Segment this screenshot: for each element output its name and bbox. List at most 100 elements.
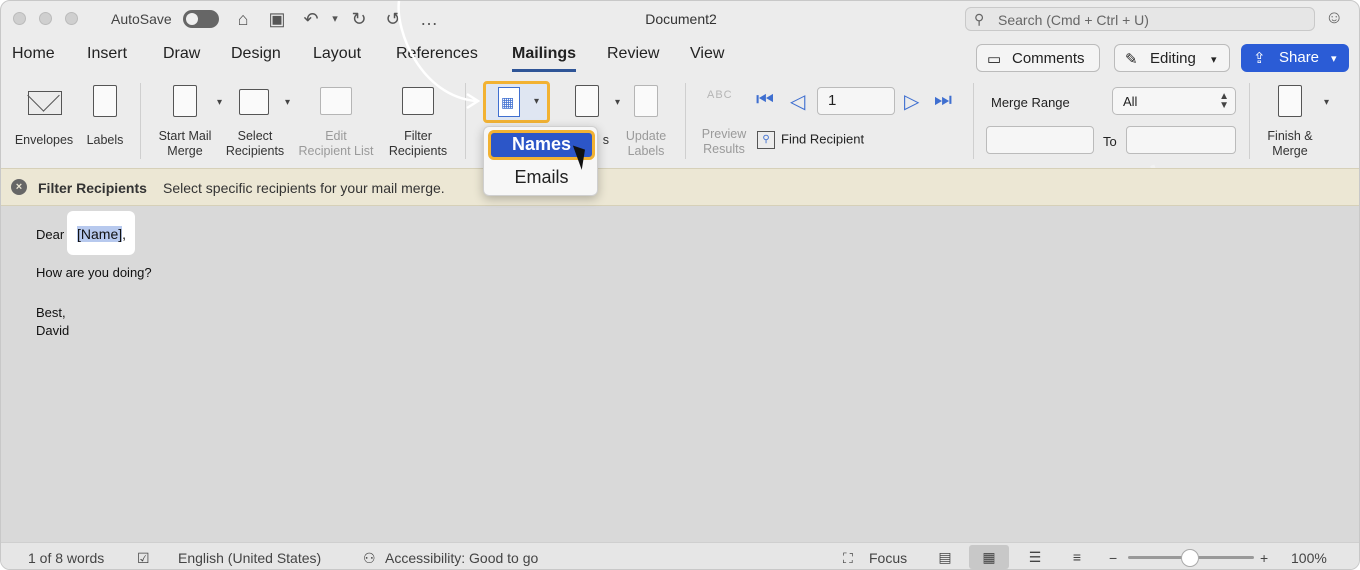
- start-mail-merge-button[interactable]: ▾ Start Mail Merge: [149, 79, 222, 159]
- document-text-dear: Dear: [36, 227, 65, 242]
- find-recipient-button[interactable]: ⚲ Find Recipient: [757, 131, 864, 149]
- select-recipients-icon: [239, 89, 269, 115]
- next-record-icon[interactable]: ▷: [904, 89, 919, 114]
- menu-item-emails[interactable]: Emails: [488, 163, 595, 193]
- edit-recipient-list-label-1: Edit: [325, 129, 347, 143]
- zoom-out-icon[interactable]: −: [1109, 550, 1117, 566]
- merge-range-select[interactable]: All ▲ ▼: [1112, 87, 1236, 115]
- name-field-callout: [Name],: [67, 211, 135, 255]
- read-mode-button[interactable]: ▤: [925, 545, 965, 569]
- autosave-toggle[interactable]: [183, 10, 219, 28]
- document-text-line: David: [36, 323, 70, 338]
- edit-list-icon: [320, 87, 352, 115]
- update-labels-label-2: Labels: [627, 144, 665, 158]
- labels-button[interactable]: Labels: [81, 79, 129, 148]
- undo-icon[interactable]: ↶: [299, 7, 323, 31]
- status-bar: 1 of 8 words ☑ English (United States) ⚇…: [1, 542, 1359, 569]
- document-area[interactable]: Dear [Name], How are you doing? Best, Da…: [1, 206, 1359, 542]
- language-status[interactable]: English (United States): [178, 550, 321, 566]
- previous-record-icon[interactable]: ◁: [790, 89, 805, 114]
- tab-insert[interactable]: Insert: [87, 45, 127, 63]
- find-icon: ⚲: [757, 131, 775, 149]
- zoom-slider-handle[interactable]: [1181, 549, 1199, 567]
- close-icon[interactable]: ×: [11, 179, 27, 195]
- last-record-icon[interactable]: ⏭: [934, 89, 952, 112]
- preview-results-button[interactable]: Preview Results: [696, 127, 752, 157]
- share-icon: ⇪: [1253, 50, 1266, 67]
- message-text: Select specific recipients for your mail…: [163, 180, 445, 196]
- share-button[interactable]: ⇪ Share ▾: [1241, 44, 1349, 72]
- envelopes-button[interactable]: Envelopes: [11, 79, 77, 148]
- ribbon-separator: [973, 83, 974, 159]
- filter-recipients-label-2: Recipients: [388, 144, 448, 158]
- message-bar: × Filter Recipients Select specific reci…: [1, 168, 1359, 206]
- title-bar: AutoSave ⌂ ▣ ↶ ▾ ↻ ↺ … Document2 ⚲ Searc…: [1, 1, 1359, 37]
- merge-field-icon: [498, 87, 520, 117]
- home-icon[interactable]: ⌂: [231, 7, 255, 31]
- search-input[interactable]: ⚲ Search (Cmd + Ctrl + U): [965, 7, 1315, 31]
- chevron-down-icon[interactable]: ▾: [323, 7, 347, 31]
- envelope-icon: [28, 91, 62, 115]
- account-icon[interactable]: ☺: [1325, 7, 1343, 28]
- tab-view[interactable]: View: [690, 45, 724, 63]
- tab-draw[interactable]: Draw: [163, 45, 200, 63]
- edit-recipient-list-button[interactable]: Edit Recipient List: [293, 79, 379, 159]
- merge-field-name[interactable]: [Name],: [77, 226, 126, 242]
- chevron-down-icon: ▾: [1324, 97, 1330, 108]
- update-labels-button[interactable]: Update Labels: [619, 79, 673, 159]
- focus-button[interactable]: Focus: [869, 550, 907, 566]
- to-label: To: [1103, 134, 1117, 149]
- zoom-window-button[interactable]: [65, 12, 78, 25]
- ribbon-separator: [140, 83, 141, 159]
- minimize-window-button[interactable]: [39, 12, 52, 25]
- more-icon[interactable]: …: [417, 7, 441, 31]
- finish-merge-icon: [1278, 85, 1302, 117]
- filter-recipients-label-1: Filter: [404, 129, 432, 143]
- tab-layout[interactable]: Layout: [313, 45, 361, 63]
- preview-results-icon: ABC: [707, 89, 733, 101]
- filter-icon: [402, 87, 434, 115]
- close-window-button[interactable]: [13, 12, 26, 25]
- zoom-level[interactable]: 100%: [1291, 550, 1327, 566]
- tab-design[interactable]: Design: [231, 45, 281, 63]
- insert-merge-field-button[interactable]: ▾: [483, 81, 550, 123]
- accessibility-status[interactable]: Accessibility: Good to go: [385, 550, 538, 566]
- tab-references[interactable]: References: [396, 45, 478, 63]
- start-mail-merge-label-2: Merge: [167, 144, 203, 158]
- tab-mailings[interactable]: Mailings: [512, 45, 577, 72]
- repeat-icon[interactable]: ↺: [381, 7, 405, 31]
- zoom-in-icon[interactable]: +: [1260, 550, 1268, 566]
- select-recipients-button[interactable]: ▾ Select Recipients: [221, 79, 291, 159]
- redo-icon[interactable]: ↻: [347, 7, 371, 31]
- proofing-icon[interactable]: ☑: [137, 550, 150, 567]
- search-icon: ⚲: [974, 11, 985, 27]
- start-mail-merge-label-1: Start Mail: [158, 129, 212, 143]
- tab-home[interactable]: Home: [12, 45, 55, 63]
- print-layout-button[interactable]: ▦: [969, 545, 1009, 569]
- chevron-down-icon: ▾: [285, 97, 291, 108]
- focus-icon: ⛶: [843, 550, 853, 566]
- finish-merge-button[interactable]: ▾ Finish & Merge: [1257, 79, 1329, 159]
- finish-merge-label-1: Finish &: [1267, 129, 1313, 143]
- filter-recipients-button[interactable]: Filter Recipients: [383, 79, 453, 159]
- tab-review[interactable]: Review: [607, 45, 659, 63]
- first-record-icon[interactable]: ⏮: [756, 89, 774, 112]
- editing-button[interactable]: ✎ Editing ▾: [1114, 44, 1230, 72]
- outline-view-button[interactable]: ☰: [1015, 545, 1055, 569]
- mail-merge-icon: [173, 85, 197, 117]
- accessibility-icon: ⚇: [363, 550, 376, 566]
- save-icon[interactable]: ▣: [265, 7, 289, 31]
- envelopes-label: Envelopes: [14, 133, 74, 147]
- share-label: Share: [1279, 49, 1320, 66]
- merge-range-value: All: [1123, 94, 1138, 109]
- record-number-field[interactable]: 1: [817, 87, 895, 115]
- merge-from-field[interactable]: [986, 126, 1094, 154]
- ribbon-separator: [685, 83, 686, 159]
- comments-button[interactable]: ▭ Comments: [976, 44, 1100, 72]
- merge-to-field[interactable]: [1126, 126, 1236, 154]
- chevron-down-icon: ▾: [534, 96, 540, 107]
- word-count[interactable]: 1 of 8 words: [28, 550, 104, 566]
- draft-view-button[interactable]: ≡: [1057, 545, 1097, 569]
- message-title: Filter Recipients: [38, 180, 147, 196]
- comments-label: Comments: [1012, 50, 1085, 67]
